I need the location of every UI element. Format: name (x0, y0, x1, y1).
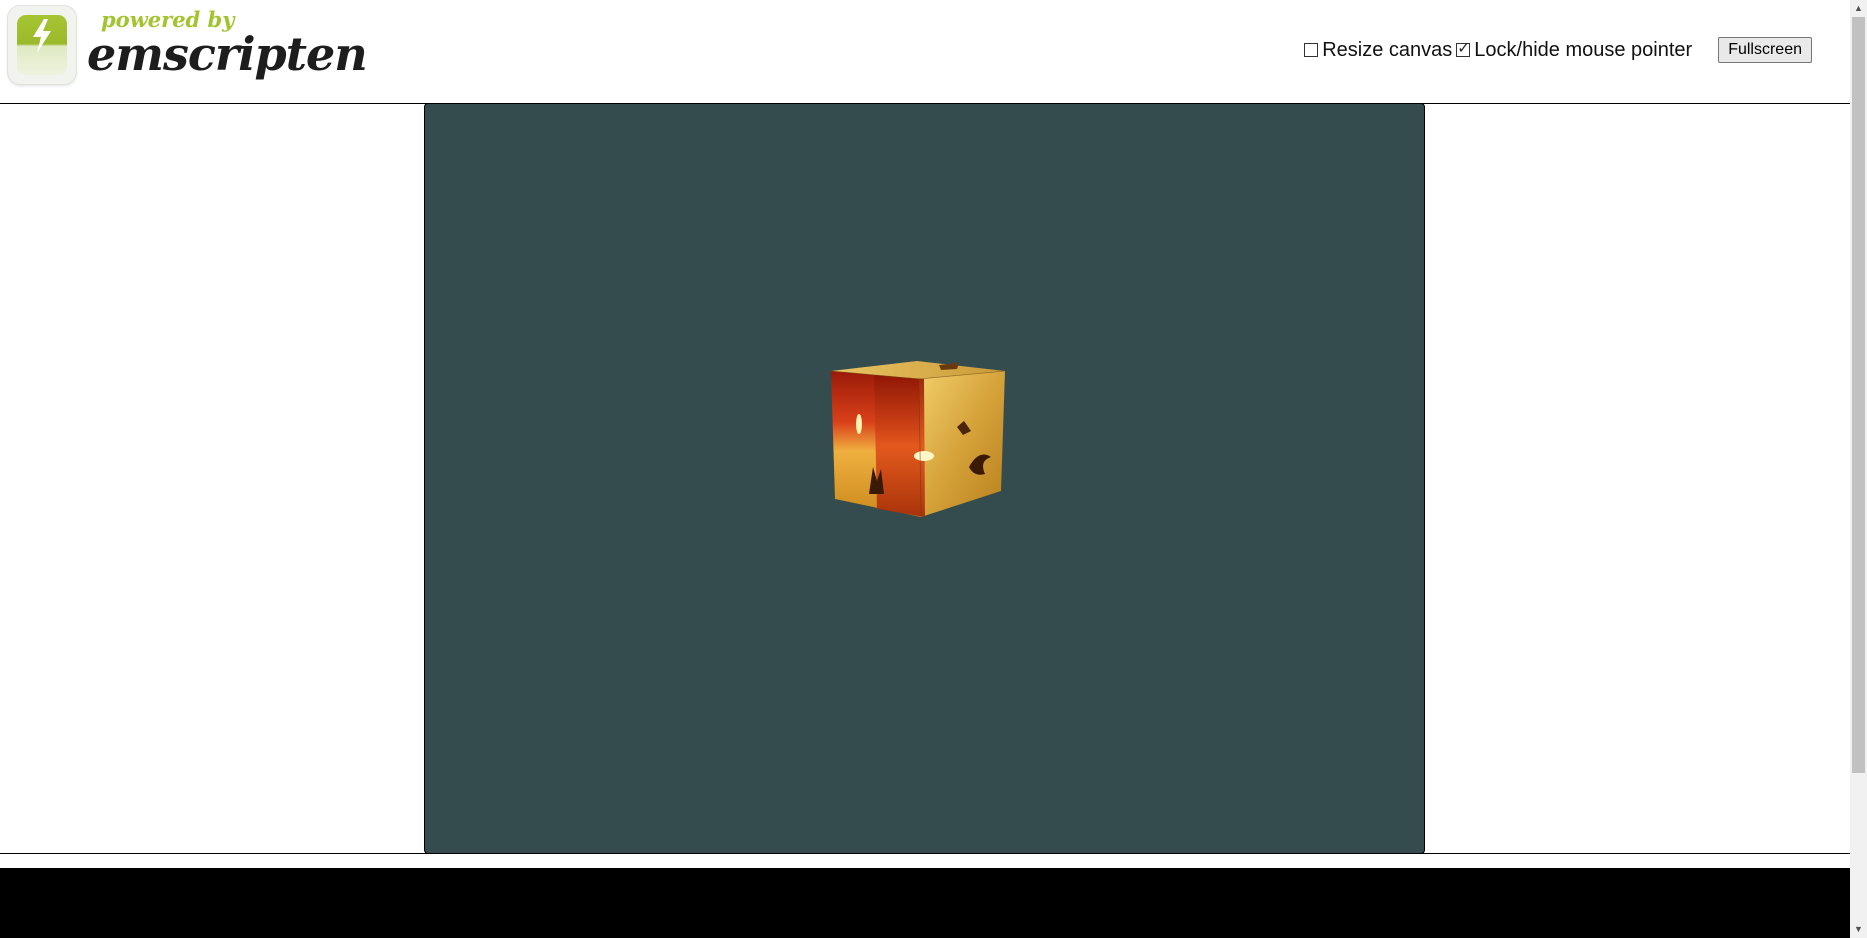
lock-pointer-label: Lock/hide mouse pointer (1474, 38, 1693, 61)
header: powered by emscripten Resize canvas Lock… (0, 0, 1850, 103)
textured-cube (830, 361, 1006, 518)
scrollbar-thumb[interactable] (1852, 17, 1865, 773)
resize-canvas-checkbox[interactable]: Resize canvas (1304, 39, 1452, 62)
controls: Resize canvas Lock/hide mouse pointer Fu… (1304, 37, 1812, 63)
scroll-down-arrow-icon[interactable]: ▼ (1850, 921, 1867, 938)
bottom-divider (0, 853, 1850, 854)
fullscreen-button[interactable]: Fullscreen (1718, 37, 1812, 63)
brand-name: emscripten (87, 27, 368, 81)
webgl-canvas[interactable] (424, 103, 1425, 854)
lock-pointer-checkbox[interactable]: Lock/hide mouse pointer (1456, 39, 1692, 62)
logo-badge (8, 6, 76, 84)
vertical-scrollbar[interactable]: ▲ ▼ (1850, 0, 1867, 938)
emscripten-logo: powered by emscripten (8, 6, 368, 84)
output-console[interactable] (0, 868, 1850, 938)
resize-canvas-box[interactable] (1304, 43, 1319, 57)
page: powered by emscripten Resize canvas Lock… (0, 0, 1867, 938)
resize-canvas-label: Resize canvas (1322, 38, 1453, 61)
scroll-up-arrow-icon[interactable]: ▲ (1850, 0, 1867, 17)
lightning-icon (33, 19, 51, 53)
lock-pointer-box[interactable] (1456, 39, 1471, 57)
